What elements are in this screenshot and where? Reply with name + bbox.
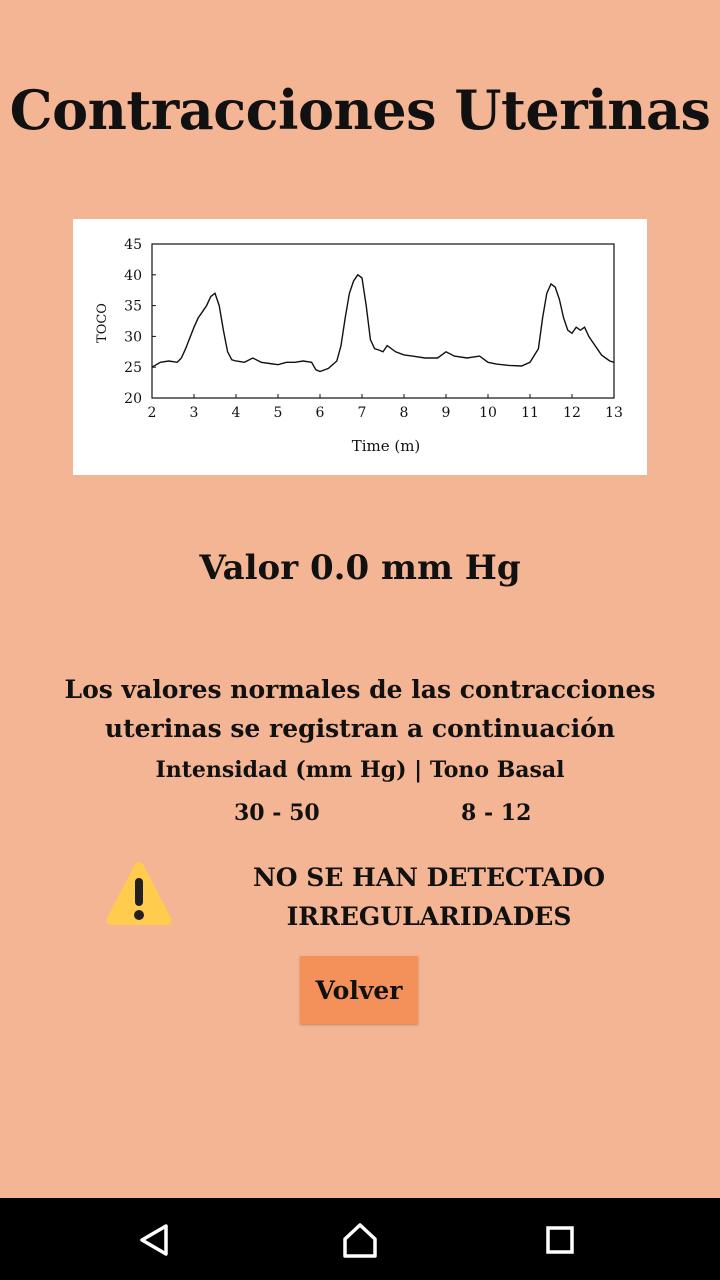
back-triangle-icon[interactable]	[132, 1218, 176, 1262]
x-tick-label: 10	[479, 405, 497, 421]
x-tick-label: 5	[274, 405, 283, 421]
recents-square-icon[interactable]	[538, 1218, 582, 1262]
android-navigation-bar	[0, 1198, 720, 1280]
x-tick-label: 7	[358, 405, 367, 421]
y-axis-label: TOCO	[95, 303, 110, 343]
x-tick-label: 9	[442, 405, 451, 421]
y-tick-label: 40	[124, 268, 142, 284]
x-tick-label: 13	[605, 405, 623, 421]
volver-button[interactable]: Volver	[300, 956, 418, 1024]
y-tick-label: 35	[124, 299, 142, 315]
y-tick-label: 30	[124, 329, 142, 345]
y-tick-label: 20	[124, 391, 142, 407]
x-tick-label: 3	[190, 405, 199, 421]
contraction-value: Valor 0.0 mm Hg	[199, 548, 521, 588]
x-tick-label: 6	[316, 405, 325, 421]
normal-values-table-header: Intensidad (mm Hg) | Tono Basal	[155, 757, 565, 783]
toco-series-line	[151, 273, 615, 373]
alert-message: NO SE HAN DETECTADO IRREGULARIDADES	[252, 863, 606, 931]
x-axis-label: Time (m)	[352, 437, 421, 455]
y-tick-label: 45	[124, 237, 142, 253]
x-tick-label: 12	[563, 405, 581, 421]
x-tick-label: 11	[521, 405, 539, 421]
normal-values-description: Los valores normales de las contraccione…	[64, 675, 656, 743]
page-title: Contracciones Uterinas	[9, 78, 711, 142]
intensidad-range: 30 - 50	[234, 800, 320, 826]
warning-icon	[104, 858, 174, 928]
x-tick-label: 8	[400, 405, 409, 421]
contraction-chart: 2 3 4 5 6 7 8 9 10 11 12 13 20 25 30 35 40 45 Time (m) TO…	[73, 219, 647, 475]
x-tick-label: 4	[232, 405, 241, 421]
y-tick-label: 25	[124, 360, 142, 376]
home-icon[interactable]	[338, 1218, 382, 1262]
tono-basal-range: 8 - 12	[461, 800, 532, 826]
x-tick-label: 2	[148, 405, 157, 421]
